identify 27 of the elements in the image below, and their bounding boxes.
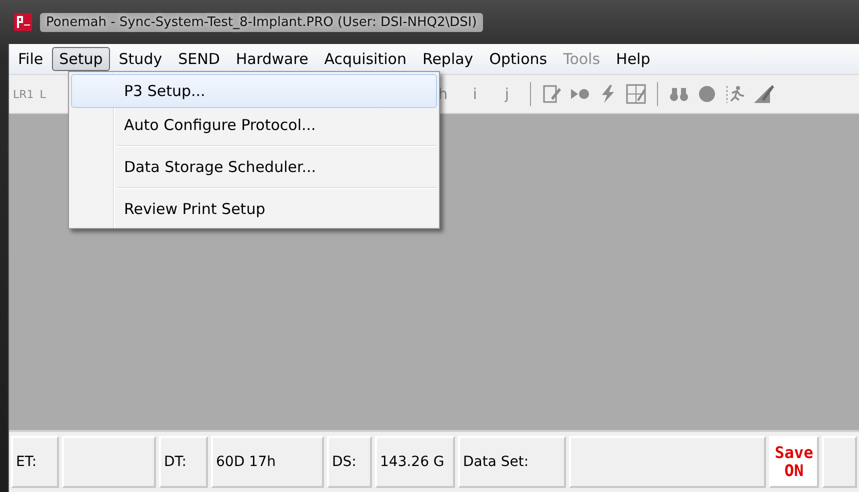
menu-item[interactable]: Study — [112, 47, 170, 71]
page-edit-icon[interactable] — [540, 83, 563, 105]
save-status: Save ON — [769, 436, 819, 488]
status-label: DT: — [159, 436, 208, 488]
menu-item[interactable]: Help — [609, 47, 658, 71]
status-label: Data Set: — [458, 436, 566, 488]
menu-item[interactable]: Replay — [415, 47, 480, 71]
grid-edit-icon[interactable] — [624, 83, 647, 105]
status-label: ET: — [11, 436, 59, 488]
menu-item[interactable]: Setup — [52, 47, 110, 71]
menu-item[interactable]: SEND — [171, 47, 227, 71]
menu-option[interactable]: Data Storage Scheduler... — [71, 150, 437, 184]
ruler-edit-icon[interactable] — [752, 83, 774, 105]
app-icon — [14, 13, 32, 31]
menu-option[interactable]: Auto Configure Protocol... — [71, 108, 437, 142]
menu-item[interactable]: Hardware — [228, 47, 316, 71]
window-title: Ponemah - Sync-System-Test_8-Implant.PRO (User: DSI-NHQ2\DSI) — [40, 12, 483, 32]
menu-item[interactable]: Options — [482, 47, 554, 71]
menu-option[interactable]: Review Print Setup — [71, 192, 437, 226]
menu-option[interactable]: P3 Setup... — [71, 74, 437, 108]
status-value: 143.26 G — [375, 436, 455, 488]
runner-icon[interactable] — [724, 83, 746, 105]
menu-item[interactable]: File — [11, 47, 50, 71]
status-cell — [822, 436, 857, 488]
status-value: 60D 17h — [211, 436, 324, 488]
status-label: DS: — [327, 436, 372, 488]
menu-item[interactable]: Acquisition — [317, 47, 414, 71]
